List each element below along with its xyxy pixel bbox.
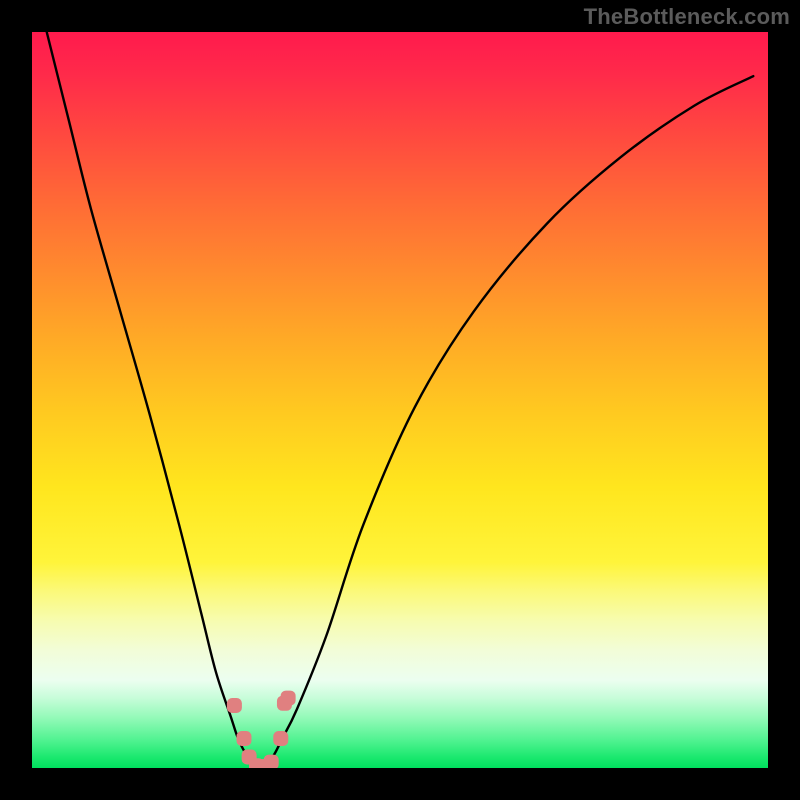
- marker-dot: [281, 691, 296, 706]
- curve-path: [47, 32, 754, 768]
- marker-dot: [236, 731, 251, 746]
- watermark-label: TheBottleneck.com: [584, 4, 790, 30]
- curve-layer: [32, 32, 768, 768]
- marker-dot: [264, 755, 279, 768]
- curve-markers: [227, 691, 296, 768]
- bottleneck-curve: [47, 32, 754, 768]
- chart-frame: TheBottleneck.com: [0, 0, 800, 800]
- marker-dot: [227, 698, 242, 713]
- marker-dot: [273, 731, 288, 746]
- plot-area: [32, 32, 768, 768]
